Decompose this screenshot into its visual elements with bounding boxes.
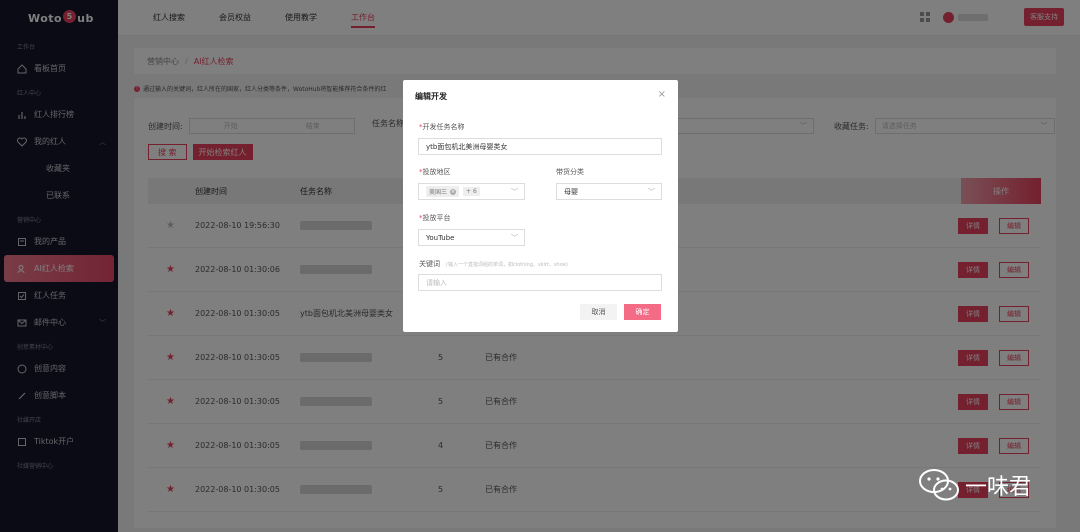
category-select[interactable]: 母婴 ﹀	[556, 183, 662, 200]
cancel-button[interactable]: 取消	[580, 304, 617, 320]
platform-select[interactable]: YouTube ﹀	[418, 229, 525, 246]
tag-close-icon[interactable]: ×	[450, 188, 457, 195]
task-name-label: *开发任务名称	[419, 123, 465, 131]
wechat-watermark: 一味君	[917, 466, 1031, 504]
platform-value: YouTube	[426, 233, 455, 242]
keyword-label: 关键词 (输入一个直指词组的单词，如clothing、skirt、shoe)	[419, 260, 568, 268]
chevron-down-icon: ﹀	[511, 233, 518, 242]
watermark-text: 一味君	[965, 475, 1032, 500]
region-select[interactable]: 美国三 × + 6 ﹀	[418, 183, 525, 200]
close-icon[interactable]: ×	[658, 89, 666, 100]
confirm-button[interactable]: 确定	[624, 304, 661, 320]
keyword-hint: (输入一个直指词组的单词，如clothing、skirt、shoe)	[446, 262, 568, 268]
region-more: + 6	[463, 187, 480, 196]
category-value: 母婴	[564, 187, 578, 196]
task-name-input[interactable]: ytb面包机北美洲母婴类女	[418, 138, 662, 155]
region-label: *投放地区	[419, 168, 451, 176]
region-tag[interactable]: 美国三 ×	[426, 186, 460, 197]
wechat-icon	[919, 469, 959, 501]
edit-dialog: 编辑开发 × *开发任务名称 ytb面包机北美洲母婴类女 *投放地区 美国三 × …	[403, 80, 678, 332]
keyword-input[interactable]: 请输入	[418, 274, 662, 291]
platform-label: *投放平台	[419, 214, 451, 222]
chevron-down-icon: ﹀	[511, 187, 518, 196]
dialog-title: 编辑开发	[415, 92, 447, 101]
category-label: 带货分类	[556, 168, 584, 176]
chevron-down-icon: ﹀	[648, 187, 655, 196]
